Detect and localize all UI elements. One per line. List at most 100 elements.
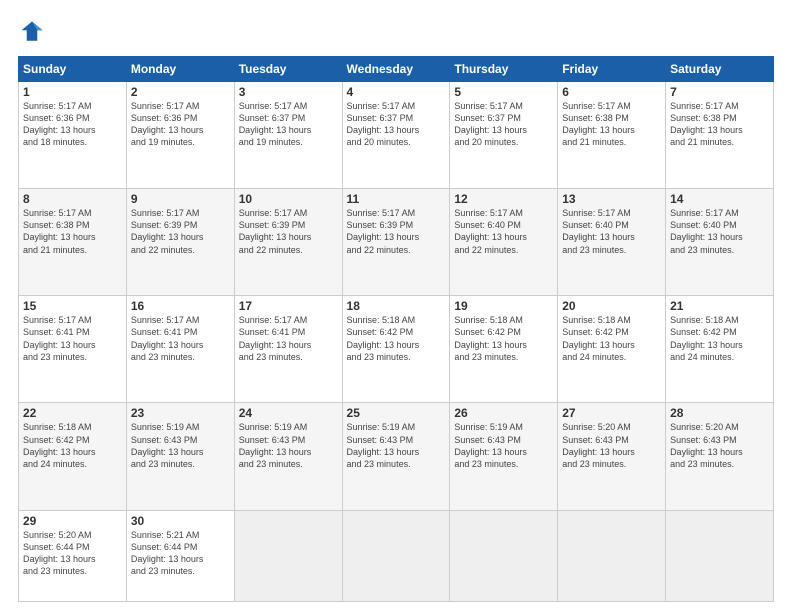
day-info: Sunrise: 5:17 AM Sunset: 6:38 PM Dayligh… bbox=[670, 100, 769, 149]
day-info: Sunrise: 5:17 AM Sunset: 6:40 PM Dayligh… bbox=[562, 207, 661, 256]
calendar-cell: 9Sunrise: 5:17 AM Sunset: 6:39 PM Daylig… bbox=[126, 189, 234, 296]
calendar-cell: 23Sunrise: 5:19 AM Sunset: 6:43 PM Dayli… bbox=[126, 403, 234, 510]
calendar-cell bbox=[234, 510, 342, 601]
day-info: Sunrise: 5:17 AM Sunset: 6:41 PM Dayligh… bbox=[23, 314, 122, 363]
calendar-cell: 3Sunrise: 5:17 AM Sunset: 6:37 PM Daylig… bbox=[234, 82, 342, 189]
day-number: 7 bbox=[670, 85, 769, 99]
calendar-cell: 27Sunrise: 5:20 AM Sunset: 6:43 PM Dayli… bbox=[558, 403, 666, 510]
day-number: 10 bbox=[239, 192, 338, 206]
day-number: 3 bbox=[239, 85, 338, 99]
day-info: Sunrise: 5:19 AM Sunset: 6:43 PM Dayligh… bbox=[131, 421, 230, 470]
calendar-cell bbox=[450, 510, 558, 601]
calendar-cell: 6Sunrise: 5:17 AM Sunset: 6:38 PM Daylig… bbox=[558, 82, 666, 189]
day-info: Sunrise: 5:18 AM Sunset: 6:42 PM Dayligh… bbox=[454, 314, 553, 363]
calendar-cell: 24Sunrise: 5:19 AM Sunset: 6:43 PM Dayli… bbox=[234, 403, 342, 510]
day-info: Sunrise: 5:19 AM Sunset: 6:43 PM Dayligh… bbox=[454, 421, 553, 470]
page: SundayMondayTuesdayWednesdayThursdayFrid… bbox=[0, 0, 792, 612]
calendar-table: SundayMondayTuesdayWednesdayThursdayFrid… bbox=[18, 56, 774, 602]
day-number: 5 bbox=[454, 85, 553, 99]
day-info: Sunrise: 5:18 AM Sunset: 6:42 PM Dayligh… bbox=[23, 421, 122, 470]
calendar-header-monday: Monday bbox=[126, 57, 234, 82]
day-number: 30 bbox=[131, 514, 230, 528]
day-info: Sunrise: 5:20 AM Sunset: 6:43 PM Dayligh… bbox=[562, 421, 661, 470]
day-number: 27 bbox=[562, 406, 661, 420]
calendar-header-saturday: Saturday bbox=[666, 57, 774, 82]
day-number: 24 bbox=[239, 406, 338, 420]
calendar-header-sunday: Sunday bbox=[19, 57, 127, 82]
day-number: 26 bbox=[454, 406, 553, 420]
day-info: Sunrise: 5:17 AM Sunset: 6:37 PM Dayligh… bbox=[239, 100, 338, 149]
day-info: Sunrise: 5:18 AM Sunset: 6:42 PM Dayligh… bbox=[670, 314, 769, 363]
day-info: Sunrise: 5:17 AM Sunset: 6:38 PM Dayligh… bbox=[562, 100, 661, 149]
calendar-cell: 21Sunrise: 5:18 AM Sunset: 6:42 PM Dayli… bbox=[666, 296, 774, 403]
day-info: Sunrise: 5:17 AM Sunset: 6:38 PM Dayligh… bbox=[23, 207, 122, 256]
day-number: 8 bbox=[23, 192, 122, 206]
day-info: Sunrise: 5:20 AM Sunset: 6:43 PM Dayligh… bbox=[670, 421, 769, 470]
day-number: 4 bbox=[347, 85, 446, 99]
day-info: Sunrise: 5:17 AM Sunset: 6:36 PM Dayligh… bbox=[131, 100, 230, 149]
day-info: Sunrise: 5:17 AM Sunset: 6:40 PM Dayligh… bbox=[670, 207, 769, 256]
day-number: 14 bbox=[670, 192, 769, 206]
day-number: 20 bbox=[562, 299, 661, 313]
calendar-cell: 18Sunrise: 5:18 AM Sunset: 6:42 PM Dayli… bbox=[342, 296, 450, 403]
calendar-cell: 5Sunrise: 5:17 AM Sunset: 6:37 PM Daylig… bbox=[450, 82, 558, 189]
header bbox=[18, 18, 774, 46]
day-info: Sunrise: 5:17 AM Sunset: 6:41 PM Dayligh… bbox=[239, 314, 338, 363]
calendar-cell: 20Sunrise: 5:18 AM Sunset: 6:42 PM Dayli… bbox=[558, 296, 666, 403]
calendar-cell: 29Sunrise: 5:20 AM Sunset: 6:44 PM Dayli… bbox=[19, 510, 127, 601]
day-number: 15 bbox=[23, 299, 122, 313]
day-number: 25 bbox=[347, 406, 446, 420]
day-info: Sunrise: 5:17 AM Sunset: 6:37 PM Dayligh… bbox=[347, 100, 446, 149]
calendar-header-friday: Friday bbox=[558, 57, 666, 82]
day-number: 16 bbox=[131, 299, 230, 313]
calendar-cell bbox=[342, 510, 450, 601]
calendar-header-thursday: Thursday bbox=[450, 57, 558, 82]
calendar-cell bbox=[558, 510, 666, 601]
calendar-cell: 12Sunrise: 5:17 AM Sunset: 6:40 PM Dayli… bbox=[450, 189, 558, 296]
calendar-cell: 11Sunrise: 5:17 AM Sunset: 6:39 PM Dayli… bbox=[342, 189, 450, 296]
day-number: 18 bbox=[347, 299, 446, 313]
logo-icon bbox=[18, 18, 46, 46]
calendar-cell bbox=[666, 510, 774, 601]
calendar-cell: 13Sunrise: 5:17 AM Sunset: 6:40 PM Dayli… bbox=[558, 189, 666, 296]
day-number: 2 bbox=[131, 85, 230, 99]
day-info: Sunrise: 5:18 AM Sunset: 6:42 PM Dayligh… bbox=[562, 314, 661, 363]
day-number: 13 bbox=[562, 192, 661, 206]
day-info: Sunrise: 5:17 AM Sunset: 6:41 PM Dayligh… bbox=[131, 314, 230, 363]
day-number: 12 bbox=[454, 192, 553, 206]
day-info: Sunrise: 5:17 AM Sunset: 6:39 PM Dayligh… bbox=[239, 207, 338, 256]
day-number: 9 bbox=[131, 192, 230, 206]
day-info: Sunrise: 5:17 AM Sunset: 6:37 PM Dayligh… bbox=[454, 100, 553, 149]
day-info: Sunrise: 5:19 AM Sunset: 6:43 PM Dayligh… bbox=[239, 421, 338, 470]
calendar-cell: 16Sunrise: 5:17 AM Sunset: 6:41 PM Dayli… bbox=[126, 296, 234, 403]
calendar-cell: 22Sunrise: 5:18 AM Sunset: 6:42 PM Dayli… bbox=[19, 403, 127, 510]
calendar-header-wednesday: Wednesday bbox=[342, 57, 450, 82]
calendar-cell: 30Sunrise: 5:21 AM Sunset: 6:44 PM Dayli… bbox=[126, 510, 234, 601]
calendar-cell: 17Sunrise: 5:17 AM Sunset: 6:41 PM Dayli… bbox=[234, 296, 342, 403]
day-info: Sunrise: 5:21 AM Sunset: 6:44 PM Dayligh… bbox=[131, 529, 230, 578]
day-info: Sunrise: 5:17 AM Sunset: 6:36 PM Dayligh… bbox=[23, 100, 122, 149]
calendar-cell: 19Sunrise: 5:18 AM Sunset: 6:42 PM Dayli… bbox=[450, 296, 558, 403]
calendar-cell: 10Sunrise: 5:17 AM Sunset: 6:39 PM Dayli… bbox=[234, 189, 342, 296]
day-info: Sunrise: 5:18 AM Sunset: 6:42 PM Dayligh… bbox=[347, 314, 446, 363]
calendar-header-tuesday: Tuesday bbox=[234, 57, 342, 82]
day-number: 23 bbox=[131, 406, 230, 420]
day-info: Sunrise: 5:17 AM Sunset: 6:40 PM Dayligh… bbox=[454, 207, 553, 256]
logo bbox=[18, 18, 50, 46]
calendar-cell: 25Sunrise: 5:19 AM Sunset: 6:43 PM Dayli… bbox=[342, 403, 450, 510]
calendar-cell: 2Sunrise: 5:17 AM Sunset: 6:36 PM Daylig… bbox=[126, 82, 234, 189]
day-info: Sunrise: 5:19 AM Sunset: 6:43 PM Dayligh… bbox=[347, 421, 446, 470]
day-number: 11 bbox=[347, 192, 446, 206]
calendar-cell: 7Sunrise: 5:17 AM Sunset: 6:38 PM Daylig… bbox=[666, 82, 774, 189]
day-number: 29 bbox=[23, 514, 122, 528]
calendar-cell: 1Sunrise: 5:17 AM Sunset: 6:36 PM Daylig… bbox=[19, 82, 127, 189]
calendar-cell: 4Sunrise: 5:17 AM Sunset: 6:37 PM Daylig… bbox=[342, 82, 450, 189]
day-number: 1 bbox=[23, 85, 122, 99]
calendar-header-row: SundayMondayTuesdayWednesdayThursdayFrid… bbox=[19, 57, 774, 82]
day-number: 6 bbox=[562, 85, 661, 99]
day-info: Sunrise: 5:17 AM Sunset: 6:39 PM Dayligh… bbox=[131, 207, 230, 256]
day-number: 21 bbox=[670, 299, 769, 313]
day-number: 22 bbox=[23, 406, 122, 420]
calendar-cell: 28Sunrise: 5:20 AM Sunset: 6:43 PM Dayli… bbox=[666, 403, 774, 510]
day-number: 28 bbox=[670, 406, 769, 420]
